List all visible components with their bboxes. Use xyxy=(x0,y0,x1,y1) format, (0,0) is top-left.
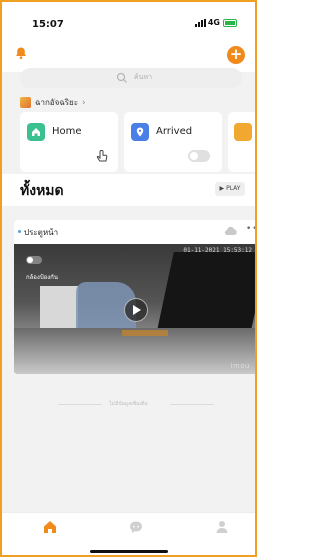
status-time: 15:07 xyxy=(32,19,64,30)
video-timestamp: 01-11-2021 15:53:12 xyxy=(183,247,252,254)
scene-card-arrived[interactable]: Arrived xyxy=(124,112,222,172)
more-options-icon[interactable]: •• xyxy=(246,224,255,234)
smart-scenes-label: ฉากอัจฉริยะ xyxy=(35,98,79,107)
door-icon xyxy=(234,123,252,141)
all-devices-header: ทั้งหมด ▶ PLAY xyxy=(2,174,255,206)
smart-scene-icon xyxy=(20,97,31,108)
location-pin-icon xyxy=(131,123,149,141)
privacy-toggle[interactable] xyxy=(26,256,42,264)
preview-board xyxy=(122,330,168,336)
device-card-header: ประตูหน้า •• xyxy=(14,220,255,244)
phone-frame: 15:07 4G + ค้นหา ฉากอัจฉริยะ › Home Arri… xyxy=(0,0,257,557)
home-indicator xyxy=(90,550,168,553)
search-bar[interactable]: ค้นหา xyxy=(20,68,242,88)
play-video-button[interactable] xyxy=(124,298,148,322)
camera-preview[interactable]: 01-11-2021 15:53:12 กล้องป้องกัน imou xyxy=(14,244,255,374)
chat-icon[interactable] xyxy=(128,519,144,535)
play-button[interactable]: ▶ PLAY xyxy=(215,182,245,196)
brand-watermark: imou xyxy=(230,362,250,370)
divider-right xyxy=(170,404,214,405)
network-type: 4G xyxy=(207,18,220,27)
privacy-label: กล้องป้องกัน xyxy=(26,274,58,281)
device-name: ประตูหน้า xyxy=(24,228,59,237)
scene-list: Home Arrived A xyxy=(20,112,257,172)
smart-scenes-link[interactable]: ฉากอัจฉริยะ › xyxy=(20,96,86,109)
no-more-data-text: ไม่มีข้อมูลเพิ่มเติม xyxy=(109,401,148,407)
person-icon[interactable] xyxy=(214,519,230,535)
scene-toggle[interactable] xyxy=(188,150,210,162)
chevron-right-icon: › xyxy=(82,97,86,108)
device-card[interactable]: ประตูหน้า •• 01-11-2021 15:53:12 กล้องป้… xyxy=(14,220,255,374)
battery-icon xyxy=(223,18,237,27)
search-icon xyxy=(116,72,127,83)
home-icon[interactable] xyxy=(42,519,58,535)
signal-icon xyxy=(194,18,206,27)
status-bar: 15:07 4G xyxy=(2,2,255,32)
home-icon xyxy=(27,123,45,141)
status-indicators: 4G xyxy=(194,18,237,27)
tap-hand-icon[interactable] xyxy=(94,148,110,164)
section-title: ทั้งหมด xyxy=(20,183,64,199)
search-placeholder: ค้นหา xyxy=(134,73,153,81)
cloud-icon[interactable] xyxy=(224,226,238,236)
play-label: PLAY xyxy=(226,185,241,192)
online-dot xyxy=(18,230,21,233)
add-device-button[interactable]: + xyxy=(227,46,245,64)
scene-label-home: Home xyxy=(52,126,82,137)
scene-card-partial[interactable]: A xyxy=(228,112,257,172)
scene-card-home[interactable]: Home xyxy=(20,112,118,172)
scene-label-partial: A xyxy=(255,126,257,137)
bell-icon[interactable] xyxy=(14,46,28,60)
scene-label-arrived: Arrived xyxy=(156,126,193,137)
top-bar: + xyxy=(2,32,255,72)
